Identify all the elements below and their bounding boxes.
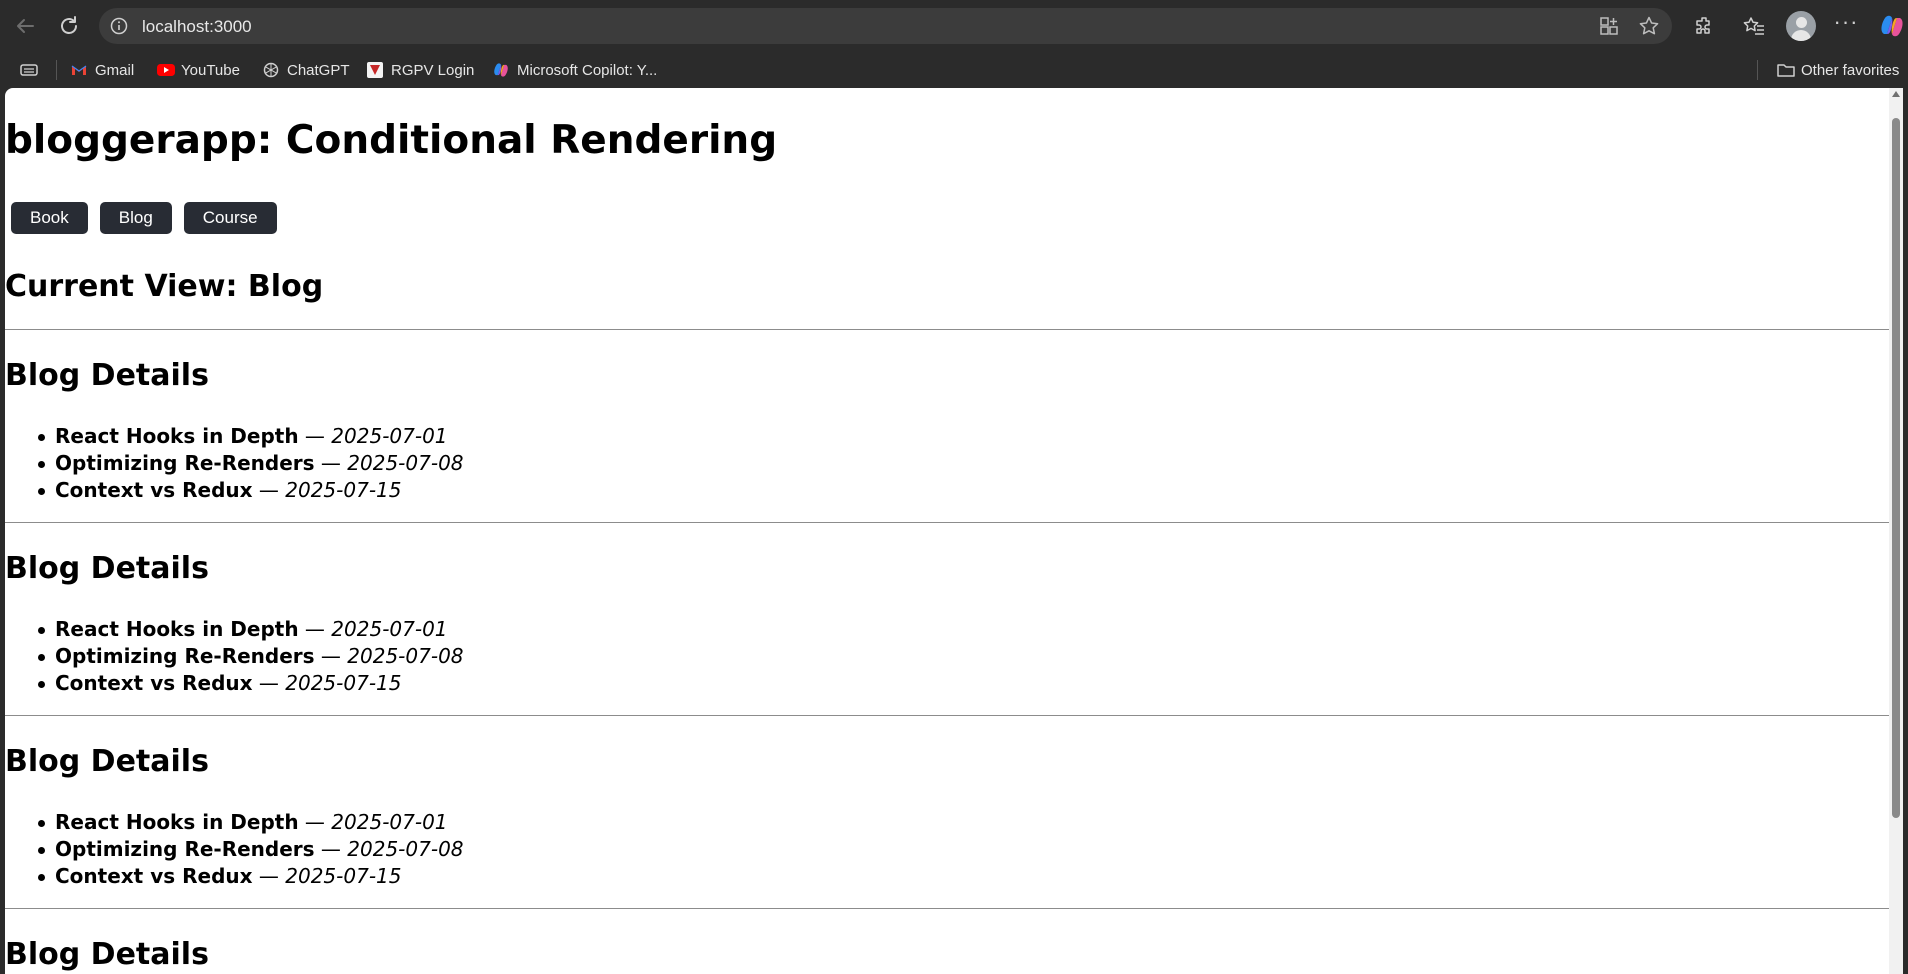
- blog-date: 2025-07-08: [347, 837, 464, 861]
- blog-title: Optimizing Re-Renders: [55, 451, 315, 475]
- divider: [5, 522, 1889, 523]
- book-button[interactable]: Book: [11, 202, 88, 234]
- separator: —: [314, 451, 348, 475]
- bookmark-label: Gmail: [95, 61, 135, 79]
- divider: [5, 329, 1889, 330]
- blog-date: 2025-07-08: [347, 644, 464, 668]
- separator: —: [252, 478, 286, 502]
- bookmark-label: YouTube: [181, 61, 240, 79]
- blog-title: Context vs Redux: [55, 671, 253, 695]
- bookmarks-bar: Gmail YouTube ChatGPT RGPV Login Microso…: [0, 52, 1908, 88]
- course-button[interactable]: Course: [183, 202, 277, 234]
- page-viewport: bloggerapp: Conditional Rendering Book B…: [5, 88, 1903, 974]
- more-options-icon[interactable]: ···: [1831, 11, 1861, 40]
- blog-title: Context vs Redux: [55, 864, 253, 888]
- separator: —: [252, 864, 286, 888]
- blog-list: React Hooks in Depth — 2025-07-01 Optimi…: [38, 616, 464, 697]
- bookmark-youtube[interactable]: YouTube: [156, 59, 240, 81]
- rgpv-icon: [366, 61, 384, 79]
- extensions-icon[interactable]: [1690, 12, 1718, 40]
- current-view-heading: Current View: Blog: [5, 269, 324, 304]
- section-heading: Blog Details: [5, 358, 209, 393]
- youtube-icon: [156, 61, 175, 79]
- folder-icon: [1776, 61, 1795, 79]
- page-title: bloggerapp: Conditional Rendering: [5, 118, 778, 163]
- bookmark-copilot[interactable]: Microsoft Copilot: Y...: [492, 59, 657, 81]
- section-heading: Blog Details: [5, 551, 209, 586]
- bookmark-rgpv-login[interactable]: RGPV Login: [366, 59, 474, 81]
- blog-title: Context vs Redux: [55, 478, 253, 502]
- section-heading: Blog Details: [5, 744, 209, 779]
- back-icon[interactable]: [9, 10, 41, 42]
- blog-title: React Hooks in Depth: [55, 810, 299, 834]
- section-heading: Blog Details: [5, 937, 209, 972]
- bookmark-chatgpt[interactable]: ChatGPT: [262, 59, 350, 81]
- blog-date: 2025-07-01: [331, 617, 448, 641]
- vertical-scrollbar[interactable]: [1889, 88, 1903, 974]
- divider: [5, 715, 1889, 716]
- blog-button[interactable]: Blog: [99, 202, 172, 234]
- bookmarks-divider: [56, 60, 57, 80]
- blog-date: 2025-07-01: [331, 810, 448, 834]
- blog-title: React Hooks in Depth: [55, 617, 299, 641]
- separator: —: [314, 837, 348, 861]
- chatgpt-icon: [262, 61, 280, 79]
- list-item: Context vs Redux — 2025-07-15: [38, 863, 464, 890]
- profile-avatar-icon[interactable]: [1786, 11, 1816, 41]
- separator: —: [298, 617, 332, 641]
- blog-date: 2025-07-15: [285, 478, 402, 502]
- bookmark-label: Microsoft Copilot: Y...: [517, 61, 658, 79]
- reload-icon[interactable]: [53, 10, 85, 42]
- gmail-icon: [70, 61, 88, 79]
- blog-list: React Hooks in Depth — 2025-07-01 Optimi…: [38, 423, 464, 504]
- bookmark-label: ChatGPT: [287, 61, 350, 79]
- blog-list: React Hooks in Depth — 2025-07-01 Optimi…: [38, 809, 464, 890]
- scrollbar-thumb[interactable]: [1892, 118, 1900, 818]
- blog-date: 2025-07-15: [285, 864, 402, 888]
- scroll-up-arrow-icon[interactable]: [1892, 91, 1900, 97]
- blog-date: 2025-07-01: [331, 424, 448, 448]
- list-item: Context vs Redux — 2025-07-15: [38, 477, 464, 504]
- app-available-icon[interactable]: [1598, 15, 1620, 37]
- favorite-star-icon[interactable]: [1638, 15, 1660, 37]
- bookmark-label: RGPV Login: [391, 61, 475, 79]
- bookmarks-divider: [1757, 60, 1758, 80]
- separator: —: [298, 810, 332, 834]
- view-switcher: Book Blog Course: [11, 202, 277, 234]
- copilot-icon[interactable]: [1878, 12, 1906, 40]
- url-text[interactable]: localhost:3000: [142, 17, 252, 37]
- blog-title: React Hooks in Depth: [55, 424, 299, 448]
- list-item: React Hooks in Depth — 2025-07-01: [38, 809, 464, 836]
- list-item: React Hooks in Depth — 2025-07-01: [38, 423, 464, 450]
- blog-date: 2025-07-15: [285, 671, 402, 695]
- other-favorites[interactable]: Other favorites: [1776, 59, 1899, 81]
- list-item: Optimizing Re-Renders — 2025-07-08: [38, 643, 464, 670]
- list-item: Optimizing Re-Renders — 2025-07-08: [38, 836, 464, 863]
- separator: —: [314, 644, 348, 668]
- list-item: Optimizing Re-Renders — 2025-07-08: [38, 450, 464, 477]
- address-bar[interactable]: localhost:3000: [99, 8, 1672, 44]
- separator: —: [298, 424, 332, 448]
- favorites-icon[interactable]: [1740, 12, 1768, 40]
- bookmark-gmail[interactable]: Gmail: [70, 59, 134, 81]
- tab-actions-icon[interactable]: [19, 59, 39, 81]
- copilot-icon: [492, 61, 510, 79]
- blog-title: Optimizing Re-Renders: [55, 644, 315, 668]
- separator: —: [252, 671, 286, 695]
- divider: [5, 908, 1889, 909]
- list-item: React Hooks in Depth — 2025-07-01: [38, 616, 464, 643]
- blog-title: Optimizing Re-Renders: [55, 837, 315, 861]
- list-item: Context vs Redux — 2025-07-15: [38, 670, 464, 697]
- browser-toolbar: localhost:3000 ···: [0, 0, 1908, 52]
- site-info-icon[interactable]: [109, 16, 129, 36]
- other-favorites-label: Other favorites: [1801, 61, 1900, 79]
- blog-date: 2025-07-08: [347, 451, 464, 475]
